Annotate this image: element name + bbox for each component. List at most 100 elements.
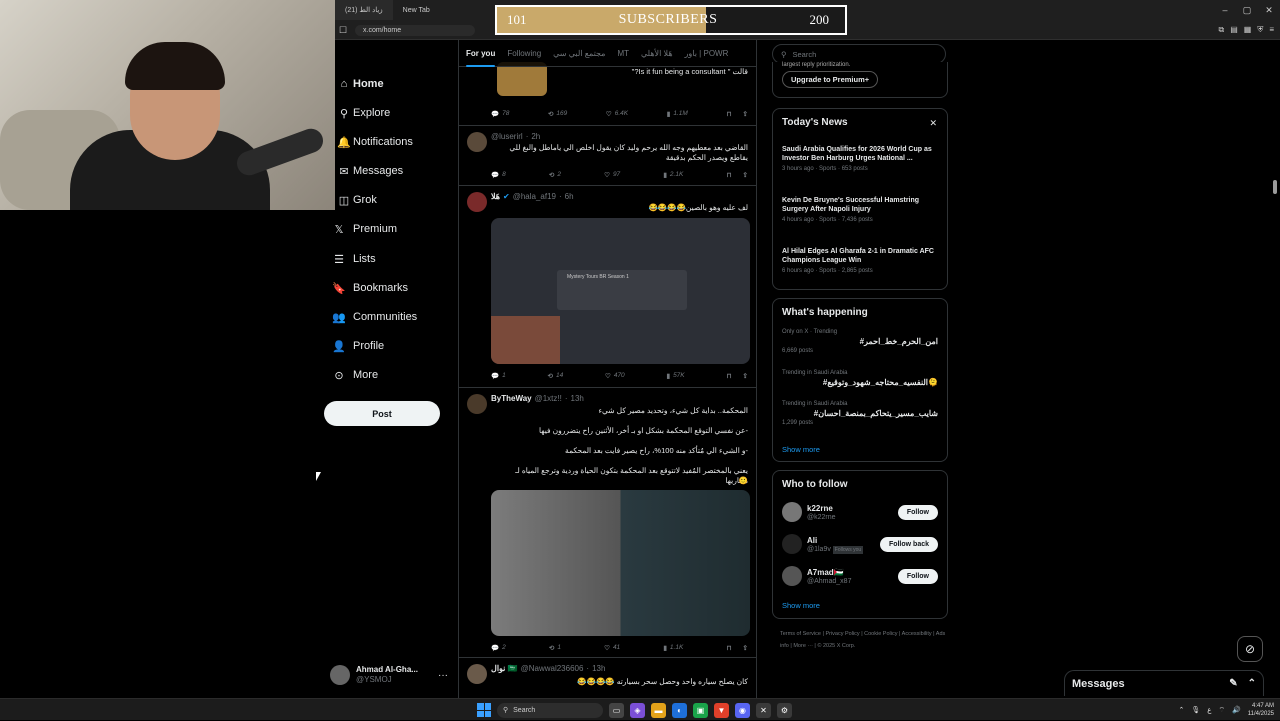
like-button[interactable]: ♡ 41 <box>604 644 620 652</box>
trend-item[interactable]: Trending in Saudi Arabia #النفسيه_محتاجه… <box>782 370 938 387</box>
views-button[interactable]: ▮ 1.1K <box>663 644 683 652</box>
trend-item[interactable]: Trending in Saudi Arabia #شايب_مسير_يتحا… <box>782 401 938 426</box>
sidebar-icon[interactable]: ▤ <box>1230 25 1238 35</box>
post-button[interactable]: Post <box>324 401 440 426</box>
xbox-icon[interactable]: ✕ <box>756 702 771 718</box>
browser-tab[interactable]: (21) زياد الط <box>335 0 393 20</box>
footer-links[interactable]: Terms of Service | Privacy Policy | Cook… <box>780 628 950 652</box>
extension-icon[interactable]: ⧉ <box>1218 25 1224 35</box>
tweet-author[interactable]: نوال 🇸🇦 <box>491 664 518 673</box>
reply-button[interactable]: 💬 1 <box>491 372 506 380</box>
store-icon[interactable]: ▣ <box>693 702 708 718</box>
wallet-icon[interactable]: ▦ <box>1244 25 1252 35</box>
reply-button[interactable]: 💬 2 <box>491 644 506 652</box>
tweet[interactable]: نوال 🇸🇦 @Nawwal236606 · 13h كان يصلح سياره… <box>459 658 756 700</box>
tweet-handle[interactable]: @hala_af19 <box>513 192 556 201</box>
tweet-author[interactable]: ByTheWay <box>491 394 532 403</box>
repost-button[interactable]: ⟲ 2 <box>549 171 561 179</box>
bookmark-button[interactable]: ⊓ ⇪ <box>726 644 748 652</box>
menu-icon[interactable]: ≡ <box>1269 25 1274 35</box>
like-button[interactable]: ♡ 97 <box>604 171 620 179</box>
tweet[interactable]: ByTheWay @1xtz!! · 13h المحكمة.. بداية كل … <box>459 388 756 658</box>
share-icon[interactable]: ⇪ <box>743 644 748 652</box>
share-icon[interactable]: ⇪ <box>743 110 748 118</box>
views-button[interactable]: ▮ 57K <box>666 372 684 380</box>
taskbar-search[interactable]: ⚲ Search <box>497 702 603 718</box>
repost-button[interactable]: ⟲ 169 <box>548 110 567 118</box>
tweet[interactable]: @luserirl · 2h القاضي بعد معطيهم وجه الله … <box>459 126 756 186</box>
grok-button[interactable]: ⊘ <box>1237 636 1263 662</box>
news-item[interactable]: Saudi Arabia Qualifies for 2026 World Cu… <box>782 145 938 172</box>
discord-icon[interactable]: ◉ <box>735 702 750 718</box>
windows-start-icon[interactable] <box>477 703 491 717</box>
news-item[interactable]: Kevin De Bruyne's Successful Hamstring S… <box>782 196 938 223</box>
upgrade-premium-button[interactable]: Upgrade to Premium+ <box>782 71 879 88</box>
messages-drawer[interactable]: Messages ✎ ⌃ <box>1064 670 1264 696</box>
edge-icon[interactable]: ◐ <box>672 702 687 718</box>
clock[interactable]: 4:47 AM 11/4/2025 <box>1248 702 1274 718</box>
views-button[interactable]: ▮ 1.1M <box>667 110 688 118</box>
tweet-author[interactable]: هَلا <box>491 192 500 201</box>
sidebar-item-profile[interactable]: 👤 Profile <box>330 335 384 357</box>
sidebar-item-premium[interactable]: 𝕏 Premium <box>330 218 397 240</box>
share-icon[interactable]: ⇪ <box>743 171 748 179</box>
bookmark-icon[interactable]: ☐ <box>335 25 351 36</box>
minimize-icon[interactable]: – <box>1214 5 1236 15</box>
bookmark-button[interactable]: ⊓ ⇪ <box>726 171 748 179</box>
tweet-handle[interactable]: @Nawwal236606 <box>521 664 584 673</box>
reply-button[interactable]: 💬 8 <box>491 171 506 179</box>
bookmark-button[interactable]: ⊓ ⇪ <box>726 372 748 380</box>
tab-powr[interactable]: باور | POWR <box>685 49 729 58</box>
sidebar-item-lists[interactable]: ☰ Lists <box>330 248 376 270</box>
tab-following[interactable]: Following <box>507 49 541 58</box>
more-dots-icon[interactable]: ··· <box>438 670 448 681</box>
chevron-up-icon[interactable]: ⌃ <box>1248 678 1256 689</box>
share-icon[interactable]: ⇪ <box>743 372 748 380</box>
scrollbar[interactable] <box>1273 180 1277 194</box>
close-icon[interactable]: ✕ <box>929 118 937 129</box>
sidebar-item-home[interactable]: ⌂ Home <box>335 73 384 95</box>
follow-suggestion[interactable]: A7mad🇵🇸 @Ahmad_x87 Follow <box>782 564 938 588</box>
url-field[interactable]: x.com/home <box>355 24 475 36</box>
views-button[interactable]: ▮ 2.1K <box>663 171 683 179</box>
follow-button[interactable]: Follow <box>897 568 938 584</box>
task-view-icon[interactable]: ▭ <box>609 702 624 718</box>
copilot-icon[interactable]: ◈ <box>630 702 645 718</box>
like-button[interactable]: ♡ 470 <box>605 372 625 380</box>
settings-icon[interactable]: ⚙ <box>777 702 792 718</box>
account-switcher[interactable]: Ahmad Al-Gha... @YSMOJ ··· <box>330 662 448 688</box>
shield-icon[interactable]: ⛨ <box>1257 25 1263 35</box>
sidebar-item-bookmarks[interactable]: 🔖 Bookmarks <box>330 277 408 299</box>
close-icon[interactable]: ✕ <box>1258 5 1280 16</box>
tweet-image[interactable] <box>491 490 750 636</box>
repost-button[interactable]: ⟲ 14 <box>548 372 564 380</box>
browser-tab[interactable]: New Tab <box>393 0 440 20</box>
tab-for-you[interactable]: For you <box>466 49 496 67</box>
volume-icon[interactable]: 🔊 <box>1232 706 1241 714</box>
follow-button[interactable]: Follow <box>897 504 938 520</box>
tab-hala-ahli[interactable]: هَلا الأهلي <box>641 49 673 58</box>
tab-community[interactable]: مجتمع البي سي <box>553 49 605 58</box>
follow-suggestion[interactable]: Ali @1la9v Follows you Follow back <box>782 532 938 556</box>
repost-button[interactable]: ⟲ 1 <box>549 644 561 652</box>
show-more-link[interactable]: Show more <box>782 601 820 610</box>
microphone-icon[interactable]: 🎙 <box>1191 706 1200 714</box>
language-indicator[interactable]: ع <box>1207 706 1211 714</box>
tweet-video[interactable]: Mystery Tours BR Season 1 <box>491 218 750 364</box>
sidebar-item-explore[interactable]: ⚲ Explore <box>335 102 390 124</box>
follow-suggestion[interactable]: k22rne @k22rne Follow <box>782 500 938 524</box>
reply-button[interactable]: 💬 78 <box>491 110 509 118</box>
tweet-handle[interactable]: @1xtz!! <box>535 394 562 403</box>
sidebar-item-messages[interactable]: ✉ Messages <box>335 160 403 182</box>
tab-mt[interactable]: MT <box>617 49 629 58</box>
compose-message-icon[interactable]: ✎ <box>1229 678 1237 689</box>
tweet[interactable]: هَلا ✔ @hala_af19 · 6h لف عليه وهو بالصين😂… <box>459 186 756 388</box>
trend-item[interactable]: Only on X · Trending #امن_الحرم_خط_احمر … <box>782 329 938 354</box>
sidebar-item-grok[interactable]: ◫ Grok <box>335 189 377 211</box>
wifi-icon[interactable]: ⌔ <box>1218 706 1225 715</box>
sidebar-item-communities[interactable]: 👥 Communities <box>330 306 417 328</box>
like-button[interactable]: ♡ 6.4K <box>606 110 628 118</box>
news-item[interactable]: Al Hilal Edges Al Gharafa 2-1 in Dramati… <box>782 247 938 274</box>
follow-back-button[interactable]: Follow back <box>879 536 938 552</box>
show-more-link[interactable]: Show more <box>782 445 820 454</box>
